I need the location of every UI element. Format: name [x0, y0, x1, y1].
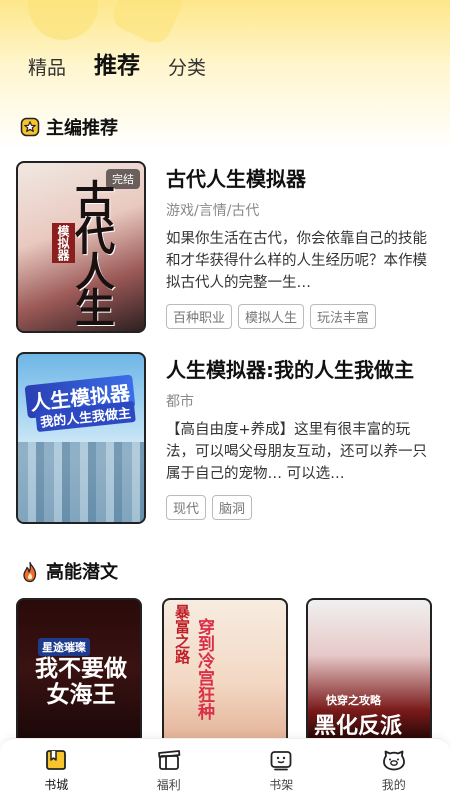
section-editor-pick: 主编推荐	[20, 114, 118, 140]
book-info: 古代人生模拟器 游戏/言情/古代 如果你生活在古代，你会依靠自己的技能和才华获得…	[166, 161, 436, 329]
mini-book-cover[interactable]: 快穿之攻略 黑化反派	[306, 598, 432, 738]
book-tag[interactable]: 模拟人生	[238, 304, 304, 329]
header-decoration	[108, 0, 188, 48]
book-card[interactable]: 完结 模拟器 古代人生 古代人生模拟器 游戏/言情/古代 如果你生活在古代，你会…	[16, 161, 436, 336]
bookshelf-icon	[268, 747, 294, 773]
nav-welfare[interactable]: 福利	[113, 739, 226, 801]
tab-categories[interactable]: 分类	[168, 53, 206, 80]
section-title-text: 高能潜文	[46, 558, 118, 584]
book-description: 【高自由度+养成】这里有很丰富的玩法，可以喝父母朋友互动，还可以养一只属于自己的…	[166, 419, 436, 485]
book-tag[interactable]: 百种职业	[166, 304, 232, 329]
mini-book-cover[interactable]: 暴富之路 穿到冷宫狂种	[162, 598, 288, 738]
top-tabs: 精品 推荐 分类	[28, 46, 206, 80]
nav-profile[interactable]: 我的	[338, 739, 450, 801]
section-hidden-gems: 高能潜文	[20, 558, 118, 584]
star-badge-icon	[20, 117, 40, 137]
nav-label: 我的	[382, 776, 406, 793]
header-decoration	[28, 0, 98, 40]
cover-title: 古代人生	[62, 179, 120, 323]
gift-box-icon	[156, 747, 182, 773]
bottom-navigation: 书城 福利 书架 我的	[0, 738, 450, 801]
book-genre: 游戏/言情/古代	[166, 200, 436, 220]
book-tag[interactable]: 脑洞	[212, 495, 252, 520]
book-tag[interactable]: 玩法丰富	[310, 304, 376, 329]
book-genre: 都市	[166, 391, 436, 411]
tab-recommended[interactable]: 推荐	[94, 46, 140, 80]
book-card[interactable]: 人生模拟器 我的人生我做主 人生模拟器:我的人生我做主 都市 【高自由度+养成】…	[16, 352, 436, 527]
cover-tagline: 暴富之路	[172, 604, 193, 664]
cover-tagline: 星途璀璨	[38, 638, 90, 656]
cover-title: 穿到冷宫狂种	[194, 618, 214, 720]
flame-icon	[20, 561, 40, 581]
book-title[interactable]: 古代人生模拟器	[166, 163, 436, 192]
mini-book-cover[interactable]: 星途璀璨 我不要做女海王	[16, 598, 142, 738]
nav-label: 书城	[44, 776, 68, 793]
book-tags: 百种职业 模拟人生 玩法丰富	[166, 304, 436, 329]
cover-tagline: 快穿之攻略	[326, 692, 381, 708]
nav-bookstore[interactable]: 书城	[0, 739, 113, 801]
cover-title: 我不要做女海王	[28, 656, 134, 708]
book-title[interactable]: 人生模拟器:我的人生我做主	[166, 354, 436, 383]
book-tag[interactable]: 现代	[166, 495, 206, 520]
cover-cityscape	[18, 442, 144, 522]
cover-title: 黑化反派	[314, 708, 402, 738]
section-title-text: 主编推荐	[46, 114, 118, 140]
book-tags: 现代 脑洞	[166, 495, 436, 520]
book-description: 如果你生活在古代，你会依靠自己的技能和才华获得什么样的人生经历呢？本作模拟古代人…	[166, 228, 436, 294]
nav-label: 书架	[269, 776, 293, 793]
book-info: 人生模拟器:我的人生我做主 都市 【高自由度+养成】这里有很丰富的玩法，可以喝父…	[166, 352, 436, 520]
bookstore-icon	[43, 747, 69, 773]
book-cover[interactable]: 人生模拟器 我的人生我做主	[16, 352, 146, 524]
book-cover[interactable]: 完结 模拟器 古代人生	[16, 161, 146, 333]
nav-label: 福利	[157, 776, 181, 793]
profile-face-icon	[381, 747, 407, 773]
tab-featured[interactable]: 精品	[28, 53, 66, 80]
nav-bookshelf[interactable]: 书架	[225, 739, 338, 801]
